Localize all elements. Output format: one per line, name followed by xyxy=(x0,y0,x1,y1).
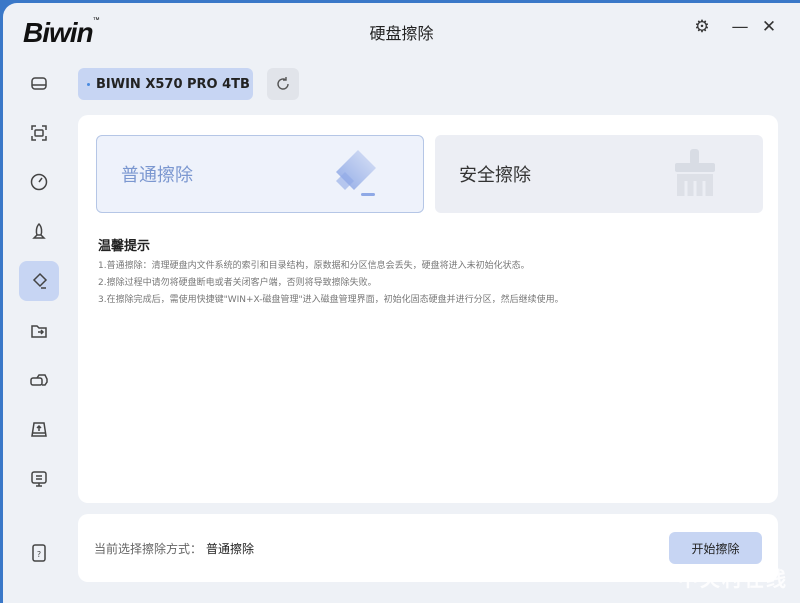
disk-icon xyxy=(31,77,47,90)
refresh-button[interactable] xyxy=(267,68,299,100)
start-erase-button[interactable]: 开始擦除 xyxy=(669,532,762,564)
tips-title: 温馨提示 xyxy=(98,239,151,254)
tip-line: 1.普通擦除：清理硬盘内文件系统的索引和目录结构，原数据和分区信息会丢失，硬盘将… xyxy=(98,261,530,271)
eraser-icon xyxy=(336,150,376,196)
monitor-info-icon xyxy=(31,471,47,487)
app-window: Biwin™ 硬盘擦除 ⚙ — ✕ ? BIWIN X570 PRO 4TB 普… xyxy=(3,3,800,603)
selected-mode-value: 普通擦除 xyxy=(206,542,255,556)
svg-text:?: ? xyxy=(37,550,41,559)
sidebar-item-help[interactable]: ? xyxy=(19,533,59,573)
scan-icon xyxy=(31,124,47,141)
eraser-icon xyxy=(32,272,48,289)
mode-normal-erase[interactable]: 普通擦除 xyxy=(96,135,424,213)
help-icon: ? xyxy=(32,544,46,562)
sidebar-item-disk[interactable] xyxy=(19,63,59,103)
broom-icon xyxy=(675,149,715,196)
drive-name: BIWIN X570 PRO 4TB xyxy=(96,76,250,92)
minimize-button[interactable]: — xyxy=(729,17,751,37)
firmware-upgrade-icon xyxy=(31,421,47,437)
tips-section: 温馨提示 1.普通擦除：清理硬盘内文件系统的索引和目录结构，原数据和分区信息会丢… xyxy=(98,235,564,309)
refresh-icon xyxy=(277,77,289,90)
window-title: 硬盘擦除 xyxy=(369,24,434,43)
selected-mode-label: 当前选择擦除方式： xyxy=(94,542,203,556)
main-panel: 普通擦除 安全擦除 温馨提示 1.普通擦除：清理硬盘内文件系统的索引和目录结构，… xyxy=(78,115,778,503)
sidebar-item-scan[interactable] xyxy=(19,113,59,153)
sidebar-item-boost[interactable] xyxy=(19,212,59,252)
folder-migrate-icon xyxy=(31,324,47,338)
settings-icon[interactable]: ⚙ xyxy=(691,17,713,37)
drive-selector[interactable]: BIWIN X570 PRO 4TB xyxy=(78,68,253,100)
watermark: 中关村在线 xyxy=(678,567,788,591)
selected-mode-status: 当前选择擦除方式： 普通擦除 xyxy=(94,540,254,557)
mode-label: 普通擦除 xyxy=(121,165,193,186)
sidebar-item-info[interactable] xyxy=(19,459,59,499)
status-dot xyxy=(87,82,90,86)
sidebar-item-upgrade[interactable] xyxy=(19,410,59,450)
sidebar-item-erase[interactable] xyxy=(19,261,59,301)
sidebar-item-clone[interactable] xyxy=(19,360,59,400)
tip-line: 3.在擦除完成后，需使用快捷键"WIN+X-磁盘管理"进入磁盘管理界面，初始化固… xyxy=(98,295,564,305)
speedometer-icon xyxy=(30,173,48,191)
footer-bar: 当前选择擦除方式： 普通擦除 开始擦除 xyxy=(78,514,778,582)
sidebar-item-migrate[interactable] xyxy=(19,311,59,351)
tip-line: 2.擦除过程中请勿将硬盘断电或者关闭客户端，否则将导致擦除失败。 xyxy=(98,278,377,288)
disk-clone-icon xyxy=(30,374,48,386)
mode-label: 安全擦除 xyxy=(459,165,531,186)
sidebar: ? xyxy=(19,63,59,562)
rocket-icon xyxy=(32,222,46,239)
sidebar-item-speed[interactable] xyxy=(19,162,59,202)
mode-secure-erase[interactable]: 安全擦除 xyxy=(435,135,763,213)
close-button[interactable]: ✕ xyxy=(758,17,780,37)
